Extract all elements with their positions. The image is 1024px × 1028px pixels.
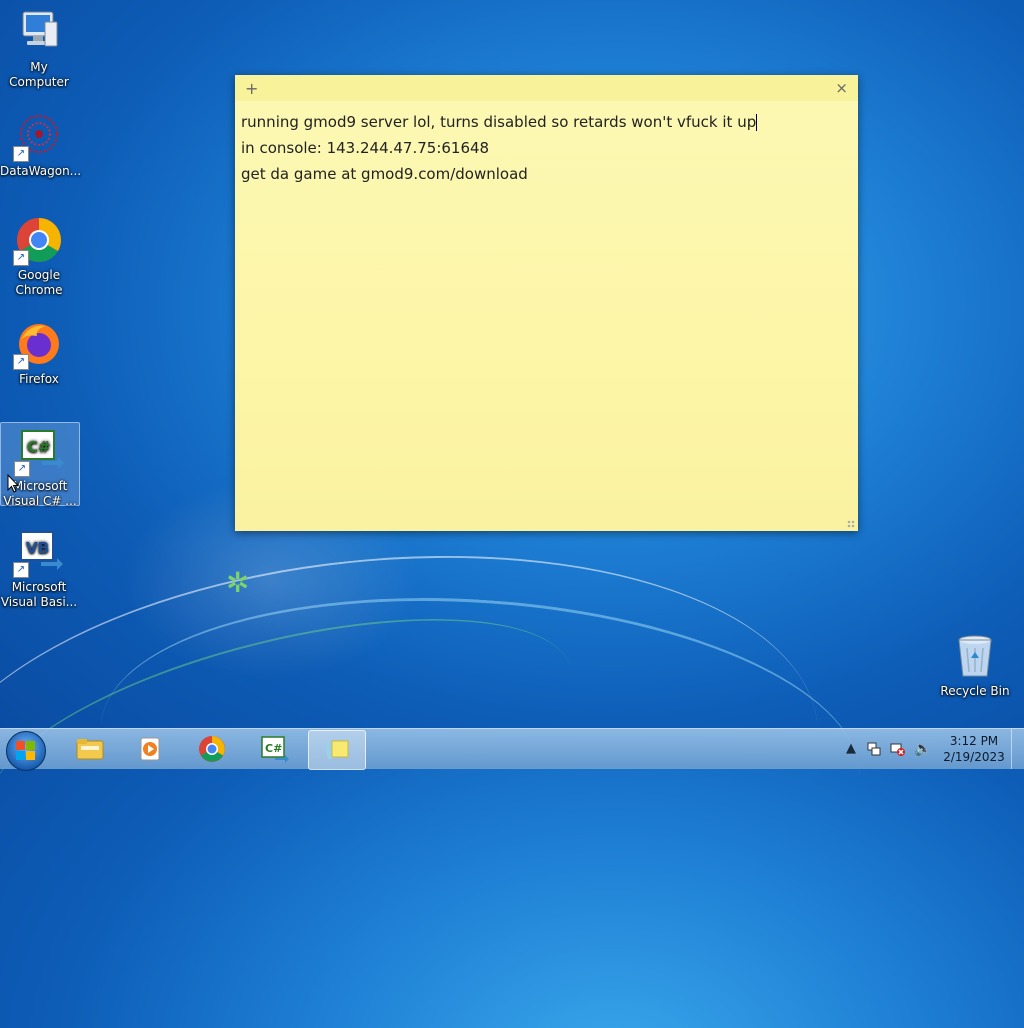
media-player-icon [140, 737, 160, 761]
resize-grip-icon[interactable] [847, 520, 855, 528]
svg-text:C#: C# [265, 742, 282, 755]
recycle-bin-icon [951, 632, 999, 680]
desktop-icon-label: Google Chrome [15, 268, 63, 297]
sticky-note-text-area[interactable]: running gmod9 server lol, turns disabled… [235, 101, 858, 195]
desktop-icon-datawagon[interactable]: ↗ DataWagon... [0, 112, 82, 179]
note-line: running gmod9 server lol, turns disabled… [241, 113, 757, 131]
desktop-icon-recycle-bin[interactable]: Recycle Bin [936, 632, 1014, 699]
action-center-icon[interactable] [866, 741, 882, 757]
text-caret [756, 114, 758, 131]
shortcut-arrow-icon: ↗ [13, 250, 29, 266]
desktop-icon-label: DataWagon... [0, 164, 82, 178]
close-note-button[interactable]: × [835, 79, 848, 97]
chrome-icon [199, 736, 225, 762]
computer-icon [15, 8, 63, 56]
windows-logo-icon [16, 741, 36, 761]
folder-icon [76, 739, 104, 760]
show-desktop-button[interactable] [1011, 729, 1024, 769]
show-hidden-icons-icon[interactable]: ▲ [846, 741, 856, 756]
taskbar-visual-csharp-button[interactable]: C# [246, 730, 302, 768]
clock-time: 3:12 PM [949, 734, 999, 748]
desktop-icon-label: Microsoft Visual Basi... [0, 580, 78, 609]
taskbar-media-player-button[interactable] [122, 730, 178, 768]
taskbar-clock[interactable]: 3:12 PM 2/19/2023 [930, 733, 1018, 765]
taskbar-sticky-notes-button[interactable] [308, 730, 366, 770]
network-error-icon[interactable] [890, 741, 906, 757]
taskbar: C# ▲ 🔈 3:12 PM 2/19/2023 [0, 728, 1024, 771]
chrome-icon: ↗ [13, 216, 63, 266]
firefox-icon: ↗ [13, 320, 63, 370]
clock-date: 2/19/2023 [943, 750, 1005, 764]
desktop-icon-label: My Computer [9, 60, 69, 89]
desktop-icon-label: Firefox [19, 372, 59, 386]
mouse-cursor-icon [7, 474, 19, 493]
note-line: in console: 143.244.47.75:61648 [241, 139, 490, 157]
volume-icon[interactable]: 🔈 [914, 741, 931, 757]
shortcut-arrow-icon: ↗ [13, 146, 29, 162]
shortcut-arrow-icon: ↗ [13, 354, 29, 370]
desktop-icon-google-chrome[interactable]: ↗ Google Chrome [0, 216, 78, 298]
desktop-icon-firefox[interactable]: ↗ Firefox [0, 320, 78, 387]
sticky-note-titlebar[interactable]: + × [235, 75, 858, 101]
new-note-button[interactable]: + [245, 79, 258, 98]
sticky-notes-icon [324, 740, 349, 760]
desktop-icon-visual-basic[interactable]: VB ↗ Microsoft Visual Basi... [0, 528, 78, 610]
shortcut-arrow-icon: ↗ [13, 562, 29, 578]
desktop-icon-label: Recycle Bin [940, 684, 1010, 698]
svg-text:C#: C# [27, 438, 51, 456]
visual-csharp-icon: C# ↗ [14, 427, 64, 477]
note-line: get da game at gmod9.com/download [241, 165, 528, 183]
datawagon-icon: ↗ [13, 112, 63, 162]
wallpaper-logo-icon: ✲ [226, 566, 250, 599]
taskbar-explorer-button[interactable] [62, 730, 118, 768]
desktop-icon-my-computer[interactable]: My Computer [0, 8, 78, 90]
sticky-note[interactable]: + × running gmod9 server lol, turns disa… [235, 75, 858, 531]
start-button[interactable] [6, 731, 46, 771]
taskbar-chrome-button[interactable] [184, 730, 240, 768]
svg-text:VB: VB [26, 539, 49, 557]
visual-basic-icon: VB ↗ [13, 528, 63, 578]
visual-csharp-icon: C# [261, 736, 289, 763]
